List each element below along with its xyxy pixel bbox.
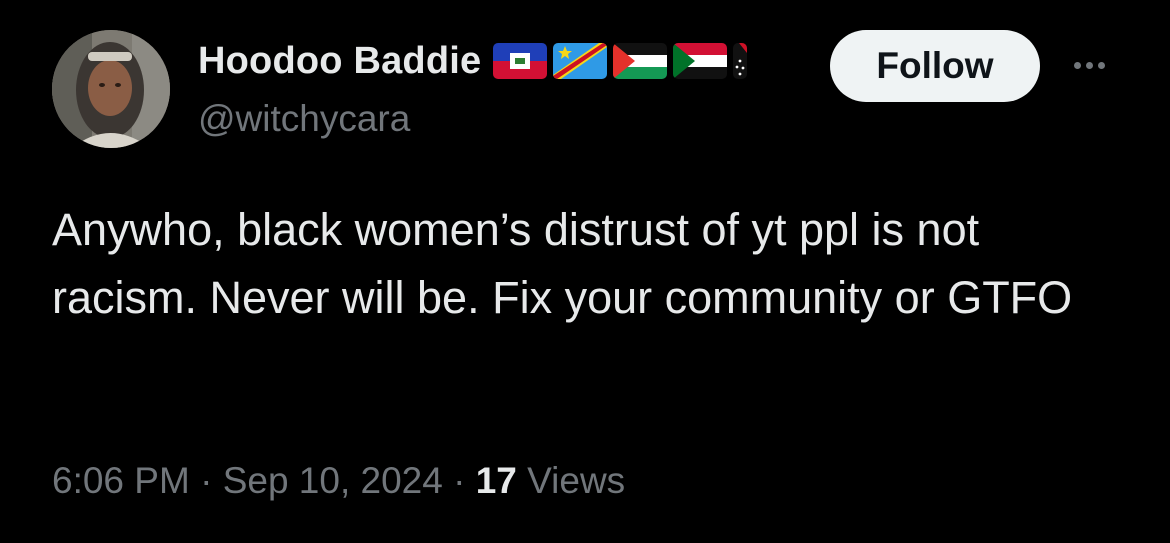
more-dot [1073,61,1081,69]
tweet-meta: 6:06 PM · Sep 10, 2024 · 17 Views [52,460,625,502]
haiti-flag-icon [493,43,548,79]
tweet-text: Anywho, black women’s distrust of yt ppl… [52,204,1073,323]
tweet-date[interactable]: Sep 10, 2024 [223,460,443,501]
papua-new-guinea-flag-icon [733,43,748,79]
avatar[interactable] [52,30,170,148]
dr-congo-flag-icon [553,43,608,79]
author-display-name[interactable]: Hoodoo Baddie [198,40,481,83]
more-dot [1097,61,1105,69]
more-options-icon[interactable] [1064,50,1114,80]
follow-button[interactable]: Follow [830,30,1040,102]
palestine-flag-icon [613,43,668,79]
sudan-flag-icon [673,43,728,79]
meta-separator: · [453,460,466,501]
views-label[interactable]: Views [527,460,625,501]
tweet-time[interactable]: 6:06 PM [52,460,190,501]
views-count[interactable]: 17 [476,460,517,501]
author-handle[interactable]: @witchycara [198,98,410,140]
more-dot [1085,61,1093,69]
meta-separator: · [200,460,213,501]
author-flags [493,43,748,79]
